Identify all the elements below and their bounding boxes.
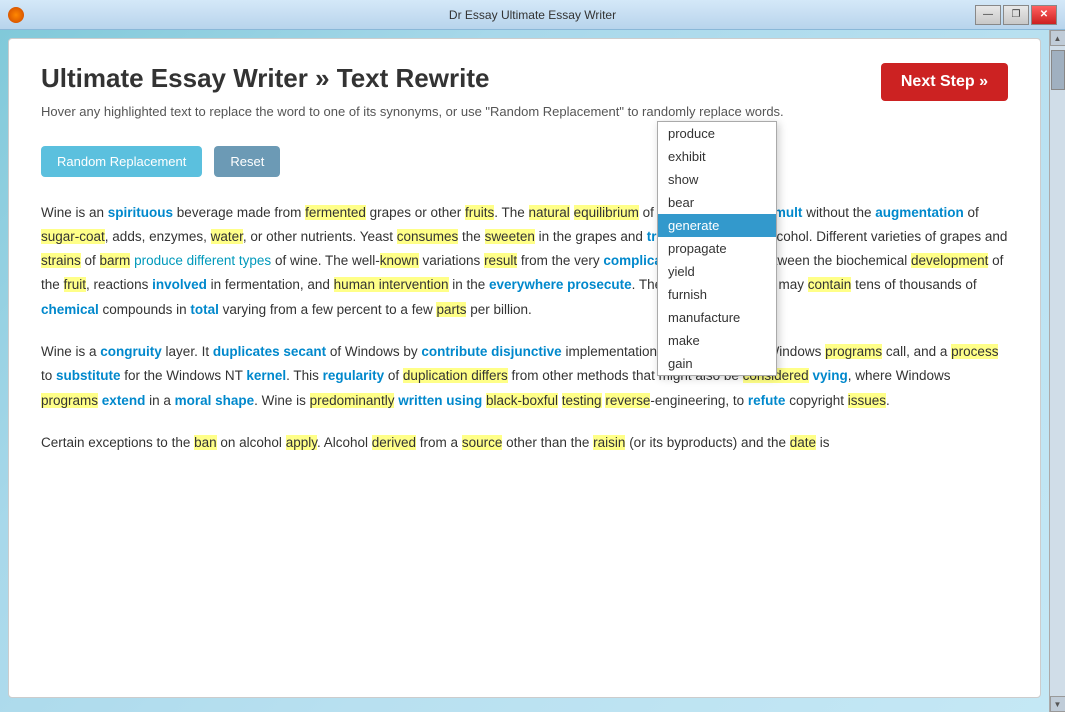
word-duplication-differs[interactable]: duplication differs <box>403 368 508 383</box>
word-equilibrium[interactable]: equilibrium <box>574 205 639 220</box>
word-spirituous[interactable]: spirituous <box>108 205 173 220</box>
dropdown-item-propagate[interactable]: propagate <box>658 237 776 260</box>
word-produce[interactable]: produce <box>134 253 183 268</box>
page-title: Ultimate Essay Writer » Text Rewrite <box>41 63 1008 94</box>
word-vying[interactable]: vying <box>812 368 847 383</box>
word-chemical[interactable]: chemical <box>41 302 99 317</box>
word-fruits[interactable]: fruits <box>465 205 494 220</box>
synonym-dropdown: produce exhibit show bear generate propa… <box>657 121 777 376</box>
dropdown-item-make[interactable]: make <box>658 329 776 352</box>
next-step-button[interactable]: Next Step » <box>881 63 1008 101</box>
dropdown-item-bear[interactable]: bear <box>658 191 776 214</box>
restore-button[interactable]: ❐ <box>1003 5 1029 25</box>
word-moral-shape[interactable]: moral shape <box>175 393 255 408</box>
word-everywhere-prosecute[interactable]: everywhere prosecute <box>489 277 632 292</box>
word-known[interactable]: known <box>380 253 419 268</box>
word-total[interactable]: total <box>190 302 219 317</box>
word-different-types[interactable]: different types <box>187 253 272 268</box>
word-human-intervention[interactable]: human intervention <box>334 277 449 292</box>
word-development[interactable]: development <box>911 253 988 268</box>
word-reverse[interactable]: reverse <box>605 393 650 408</box>
word-apply[interactable]: apply <box>286 435 317 450</box>
reset-button[interactable]: Reset <box>214 146 280 177</box>
word-contribute-disjunctive[interactable]: contribute disjunctive <box>421 344 561 359</box>
dropdown-item-manufacture[interactable]: manufacture <box>658 306 776 329</box>
word-predominantly[interactable]: predominantly <box>310 393 395 408</box>
word-involved[interactable]: involved <box>152 277 207 292</box>
word-fruit[interactable]: fruit <box>64 277 87 292</box>
word-issues[interactable]: issues <box>848 393 886 408</box>
dropdown-item-furnish[interactable]: furnish <box>658 283 776 306</box>
word-consumes[interactable]: consumes <box>397 229 459 244</box>
scroll-down-button[interactable]: ▼ <box>1050 696 1065 712</box>
title-bar: Dr Essay Ultimate Essay Writer — ❐ ✕ <box>0 0 1065 30</box>
word-black-boxful[interactable]: black-boxful <box>486 393 558 408</box>
dropdown-item-produce[interactable]: produce <box>658 122 776 145</box>
word-result[interactable]: result <box>484 253 517 268</box>
essay-paragraph-1: Wine is an spirituous beverage made from… <box>41 201 1008 322</box>
word-regularity[interactable]: regularity <box>323 368 385 383</box>
word-extend[interactable]: extend <box>102 393 146 408</box>
word-sweeten[interactable]: sweeten <box>485 229 535 244</box>
scrollbar-right: ▲ ▼ <box>1049 30 1065 712</box>
dropdown-item-generate[interactable]: generate <box>658 214 776 237</box>
word-derived[interactable]: derived <box>372 435 416 450</box>
essay-paragraph-2: Wine is a congruity layer. It duplicates… <box>41 340 1008 413</box>
word-strains[interactable]: strains <box>41 253 81 268</box>
word-source[interactable]: source <box>462 435 503 450</box>
random-replacement-button[interactable]: Random Replacement <box>41 146 202 177</box>
word-natural[interactable]: natural <box>529 205 570 220</box>
word-water[interactable]: water <box>211 229 243 244</box>
scroll-thumb[interactable] <box>1051 50 1065 90</box>
word-kernel[interactable]: kernel <box>246 368 286 383</box>
window-title: Dr Essay Ultimate Essay Writer <box>449 8 616 22</box>
dropdown-item-yield[interactable]: yield <box>658 260 776 283</box>
word-date[interactable]: date <box>790 435 816 450</box>
word-testing[interactable]: testing <box>562 393 602 408</box>
word-contain[interactable]: contain <box>808 277 852 292</box>
word-programs[interactable]: programs <box>825 344 882 359</box>
word-duplicates-secant[interactable]: duplicates secant <box>213 344 326 359</box>
essay-paragraph-3: Certain exceptions to the ban on alcohol… <box>41 431 1008 455</box>
essay-text: Wine is an spirituous beverage made from… <box>41 201 1008 456</box>
word-programs2[interactable]: programs <box>41 393 98 408</box>
word-fermented[interactable]: fermented <box>305 205 366 220</box>
word-parts[interactable]: parts <box>436 302 466 317</box>
page-subtitle: Hover any highlighted text to replace th… <box>41 102 1008 122</box>
word-barm[interactable]: barm <box>100 253 131 268</box>
dropdown-item-show[interactable]: show <box>658 168 776 191</box>
scroll-up-button[interactable]: ▲ <box>1050 30 1065 46</box>
word-sugarcoat[interactable]: sugar-coat <box>41 229 105 244</box>
dropdown-item-exhibit[interactable]: exhibit <box>658 145 776 168</box>
word-process[interactable]: process <box>951 344 998 359</box>
word-written-using[interactable]: written using <box>398 393 482 408</box>
minimize-button[interactable]: — <box>975 5 1001 25</box>
word-ban[interactable]: ban <box>194 435 217 450</box>
close-button[interactable]: ✕ <box>1031 5 1057 25</box>
word-augmentation[interactable]: augmentation <box>875 205 964 220</box>
word-refute[interactable]: refute <box>748 393 786 408</box>
word-substitute[interactable]: substitute <box>56 368 121 383</box>
title-bar-left <box>8 7 24 23</box>
window-controls: — ❐ ✕ <box>975 5 1057 25</box>
dropdown-item-gain[interactable]: gain <box>658 352 776 375</box>
button-row: Random Replacement Reset <box>41 146 1008 177</box>
app-icon <box>8 7 24 23</box>
word-raisin[interactable]: raisin <box>593 435 625 450</box>
main-content: Ultimate Essay Writer » Text Rewrite Hov… <box>8 38 1041 698</box>
word-congruity[interactable]: congruity <box>100 344 162 359</box>
